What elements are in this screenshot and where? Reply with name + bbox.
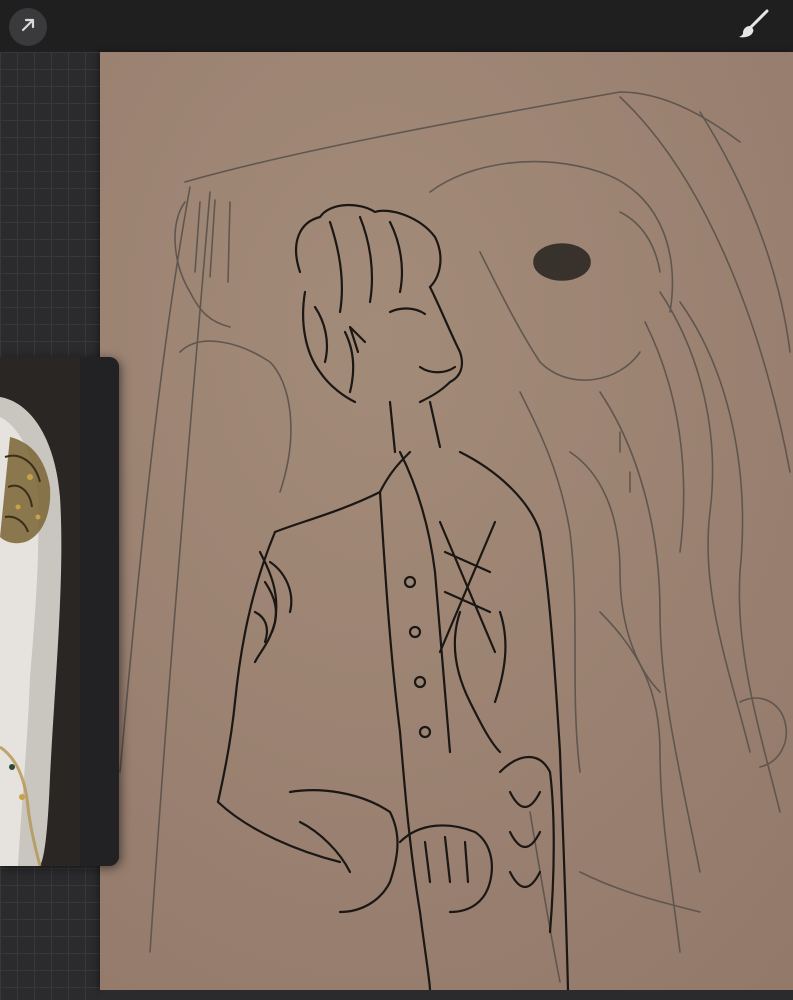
navigation-button[interactable]: [9, 8, 47, 46]
reference-panel-handle[interactable]: [80, 357, 119, 866]
artwork: [100, 52, 793, 990]
arrow-cursor-icon: [18, 15, 38, 40]
bottom-workspace-strip: [100, 990, 793, 1000]
reference-image: [0, 357, 80, 866]
brush-tool-button[interactable]: [735, 8, 775, 44]
brush-icon: [737, 8, 773, 45]
reference-window[interactable]: [0, 357, 119, 866]
top-toolbar: [0, 0, 793, 52]
drawing-canvas[interactable]: [100, 52, 793, 990]
